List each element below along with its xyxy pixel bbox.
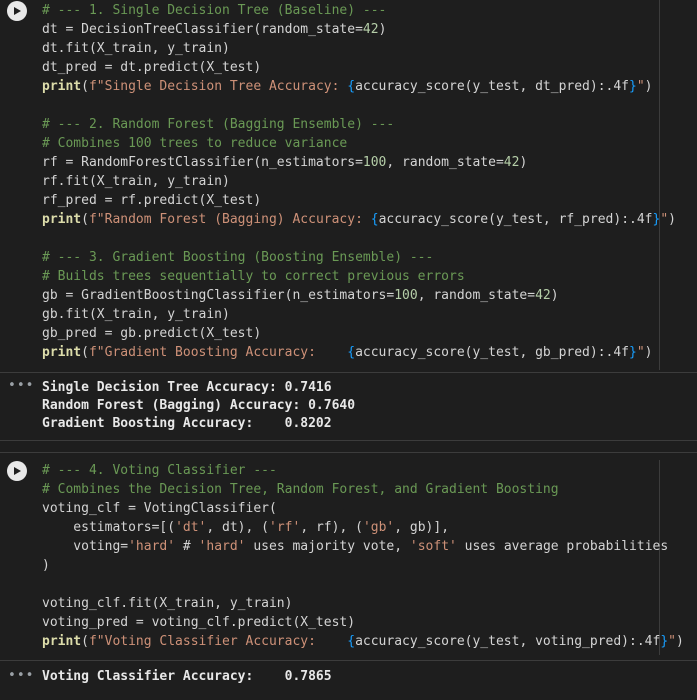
output-line: Single Decision Tree Accuracy: 0.7416	[42, 380, 332, 395]
code-line: gb_pred = gb.predict(X_test)	[42, 326, 262, 341]
code-cell-2[interactable]: # --- 4. Voting Classifier --- # Combine…	[0, 460, 697, 700]
code-line: # Combines the Decision Tree, Random For…	[42, 482, 559, 497]
output-separator	[0, 660, 697, 661]
cell-divider	[659, 460, 660, 655]
code-line: # Combines 100 trees to reduce variance	[42, 136, 348, 151]
code-line: rf_pred = rf.predict(X_test)	[42, 193, 262, 208]
cell-separator	[0, 452, 697, 453]
output-line: Random Forest (Bagging) Accuracy: 0.7640	[42, 398, 356, 413]
cell-divider	[659, 0, 660, 370]
code-line: rf = RandomForestClassifier(n_estimators…	[42, 155, 528, 170]
code-line: # --- 4. Voting Classifier ---	[42, 463, 277, 478]
code-line: print(f"Single Decision Tree Accuracy: {…	[42, 79, 653, 94]
code-line: gb = GradientBoostingClassifier(n_estima…	[42, 288, 559, 303]
code-line: print(f"Random Forest (Bagging) Accuracy…	[42, 212, 676, 227]
code-line: voting_clf = VotingClassifier(	[42, 501, 277, 516]
code-line: voting_clf.fit(X_train, y_train)	[42, 596, 293, 611]
code-line: print(f"Gradient Boosting Accuracy: {acc…	[42, 345, 653, 360]
cell-separator	[0, 440, 697, 441]
code-line: voting='hard' # 'hard' uses majority vot…	[42, 539, 669, 554]
output-separator	[0, 372, 697, 373]
output-line: Voting Classifier Accuracy: 0.7865	[42, 669, 332, 684]
code-line: rf.fit(X_train, y_train)	[42, 174, 230, 189]
code-line: dt.fit(X_train, y_train)	[42, 41, 230, 56]
code-line: gb.fit(X_train, y_train)	[42, 307, 230, 322]
code-line: # --- 1. Single Decision Tree (Baseline)…	[42, 3, 387, 18]
code-line: dt_pred = dt.predict(X_test)	[42, 60, 262, 75]
output-line: Gradient Boosting Accuracy: 0.8202	[42, 416, 332, 431]
code-line: estimators=[('dt', dt), ('rf', rf), ('gb…	[42, 520, 450, 535]
code-line: print(f"Voting Classifier Accuracy: {acc…	[42, 634, 684, 649]
run-cell-button[interactable]	[7, 1, 27, 21]
output-menu-button[interactable]: •••	[8, 668, 34, 683]
run-cell-button[interactable]	[7, 461, 27, 481]
code-cell-1[interactable]: # --- 1. Single Decision Tree (Baseline)…	[0, 0, 697, 440]
output-menu-button[interactable]: •••	[8, 378, 34, 393]
code-line: # --- 2. Random Forest (Bagging Ensemble…	[42, 117, 395, 132]
play-icon	[14, 467, 21, 475]
code-line: # Builds trees sequentially to correct p…	[42, 269, 465, 284]
code-line: # --- 3. Gradient Boosting (Boosting Ens…	[42, 250, 434, 265]
code-line: )	[42, 558, 50, 573]
play-icon	[14, 7, 21, 15]
code-line: dt = DecisionTreeClassifier(random_state…	[42, 22, 387, 37]
code-line: voting_pred = voting_clf.predict(X_test)	[42, 615, 356, 630]
